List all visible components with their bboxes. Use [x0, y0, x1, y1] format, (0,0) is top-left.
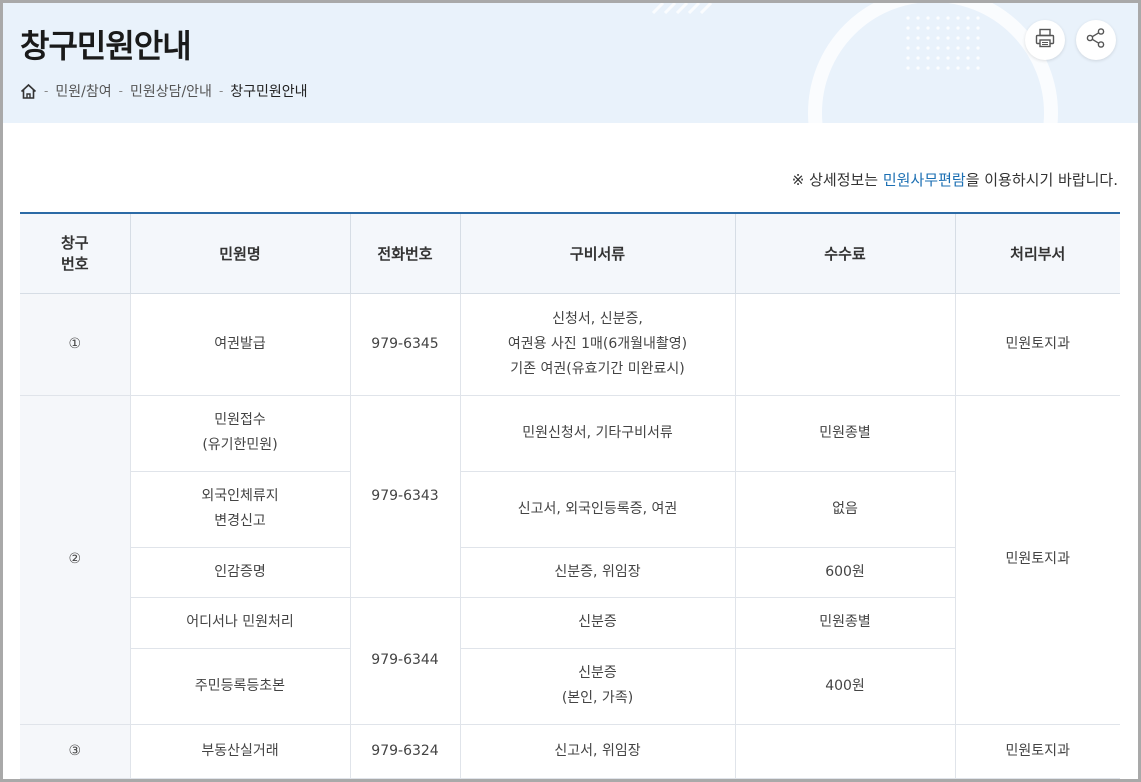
- department: 민원토지과: [954, 293, 1120, 396]
- required-documents: 신분증, 위임장: [459, 547, 735, 598]
- share-icon: [1085, 27, 1107, 53]
- phone-number: 979-6344: [349, 597, 460, 725]
- print-button[interactable]: [1025, 20, 1065, 60]
- required-documents: 민원신청서, 기타구비서류: [459, 395, 735, 472]
- breadcrumb-separator: -: [44, 84, 49, 98]
- breadcrumb-separator: -: [218, 84, 224, 98]
- col-header-window-number: 창구 번호: [20, 213, 130, 294]
- service-name-line: 외국인체류지: [201, 488, 279, 504]
- department: 민원토지과: [954, 395, 1120, 725]
- service-name-line: 여권발급: [214, 335, 266, 352]
- col-header-documents: 구비서류: [459, 213, 735, 294]
- document-line: 신분증, 위임장: [554, 563, 641, 580]
- service-name-line: 변경신고: [214, 513, 266, 529]
- service-name-line: 부동산실거래: [201, 742, 279, 759]
- window-number: ③: [20, 724, 130, 779]
- fee: 400원: [734, 648, 955, 725]
- service-name: 여권발급: [129, 293, 350, 396]
- service-name: 인감증명: [129, 547, 350, 598]
- fee: [734, 293, 955, 396]
- service-name-line: 인감증명: [214, 563, 266, 580]
- service-name-line: 어디서나 민원처리: [186, 614, 294, 630]
- document-line: 신분증: [578, 614, 617, 630]
- manual-link[interactable]: 민원사무편람: [883, 171, 966, 189]
- table-row: ③ 부동산실거래 979-6324 신고서, 위임장 민원토지과: [20, 724, 1120, 779]
- fee: 없음: [734, 471, 955, 548]
- table-row: ① 여권발급 979-6345 신청서, 신분증, 여권용 사진 1매(6개월내…: [20, 293, 1120, 396]
- notice-prefix: ※ 상세정보는: [791, 171, 883, 189]
- fee: 민원종별: [734, 395, 955, 472]
- document-line: 신고서, 위임장: [554, 742, 641, 759]
- document-line: 여권용 사진 1매(6개월내촬영): [507, 335, 688, 352]
- phone-number: 979-6324: [349, 724, 460, 779]
- header-label: 창구: [60, 234, 89, 253]
- breadcrumb-separator: -: [118, 84, 123, 98]
- service-name-line: (유기한민원): [202, 437, 278, 453]
- page-header: 창구민원안내 - 민원/참여 - 민원상담/안내 - 창구민원안내: [3, 3, 1138, 123]
- col-header-department: 처리부서: [954, 213, 1120, 294]
- phone-number: 979-6343: [349, 395, 460, 598]
- breadcrumb-item[interactable]: 민원/참여: [55, 81, 111, 101]
- required-documents: 신분증 (본인, 가족): [459, 648, 735, 725]
- document-line: 기존 여권(유효기간 미완료시): [510, 360, 685, 377]
- required-documents: 신분증: [459, 597, 735, 649]
- notice-text: ※ 상세정보는 민원사무편람을 이용하시기 바랍니다.: [792, 169, 1118, 190]
- col-header-name: 민원명: [129, 213, 350, 294]
- share-button[interactable]: [1076, 20, 1116, 60]
- department: 민원토지과: [954, 724, 1120, 779]
- civil-service-table: 창구 번호 민원명 전화번호 구비서류 수수료 처리부서 ① 여권발급 979-…: [20, 212, 1120, 779]
- window-number: ②: [20, 395, 130, 725]
- fee: [734, 724, 955, 779]
- page-frame: 창구민원안내 - 민원/참여 - 민원상담/안내 - 창구민원안내 ※ 상세정보…: [0, 0, 1141, 782]
- col-header-fee: 수수료: [734, 213, 955, 294]
- document-line: 신청서, 신분증,: [552, 310, 643, 327]
- service-name: 외국인체류지 변경신고: [129, 471, 350, 548]
- required-documents: 신고서, 외국인등록증, 여권: [459, 471, 735, 548]
- table-header-row: 창구 번호 민원명 전화번호 구비서류 수수료 처리부서: [20, 213, 1120, 294]
- service-name: 부동산실거래: [129, 724, 350, 779]
- notice-suffix: 을 이용하시기 바랍니다.: [965, 171, 1118, 189]
- document-line: 신분증: [578, 665, 617, 681]
- document-line: 신고서, 외국인등록증, 여권: [517, 500, 678, 517]
- document-line: (본인, 가족): [561, 690, 634, 706]
- phone-number: 979-6345: [349, 293, 460, 396]
- service-name-line: 민원접수: [214, 412, 266, 428]
- service-name: 민원접수 (유기한민원): [129, 395, 350, 472]
- window-number: ①: [20, 293, 130, 396]
- fee: 민원종별: [734, 597, 955, 649]
- header-label: 번호: [60, 255, 89, 274]
- required-documents: 신고서, 위임장: [459, 724, 735, 779]
- service-name: 주민등록등초본: [129, 648, 350, 725]
- breadcrumb-item[interactable]: 민원상담/안내: [130, 81, 212, 101]
- document-line: 민원신청서, 기타구비서류: [522, 424, 673, 441]
- breadcrumb: - 민원/참여 - 민원상담/안내 - 창구민원안내: [20, 81, 308, 101]
- breadcrumb-current: 창구민원안내: [230, 84, 308, 100]
- print-icon: [1034, 27, 1056, 53]
- service-name-line: 주민등록등초본: [194, 677, 286, 694]
- col-header-phone: 전화번호: [349, 213, 460, 294]
- page-title: 창구민원안내: [20, 27, 192, 65]
- required-documents: 신청서, 신분증, 여권용 사진 1매(6개월내촬영) 기존 여권(유효기간 미…: [459, 293, 735, 396]
- fee: 600원: [734, 547, 955, 598]
- home-icon[interactable]: [20, 83, 37, 100]
- service-name: 어디서나 민원처리: [129, 597, 350, 649]
- table-row: ② 민원접수 (유기한민원) 979-6343 민원신청서, 기타구비서류 민원…: [20, 395, 1120, 725]
